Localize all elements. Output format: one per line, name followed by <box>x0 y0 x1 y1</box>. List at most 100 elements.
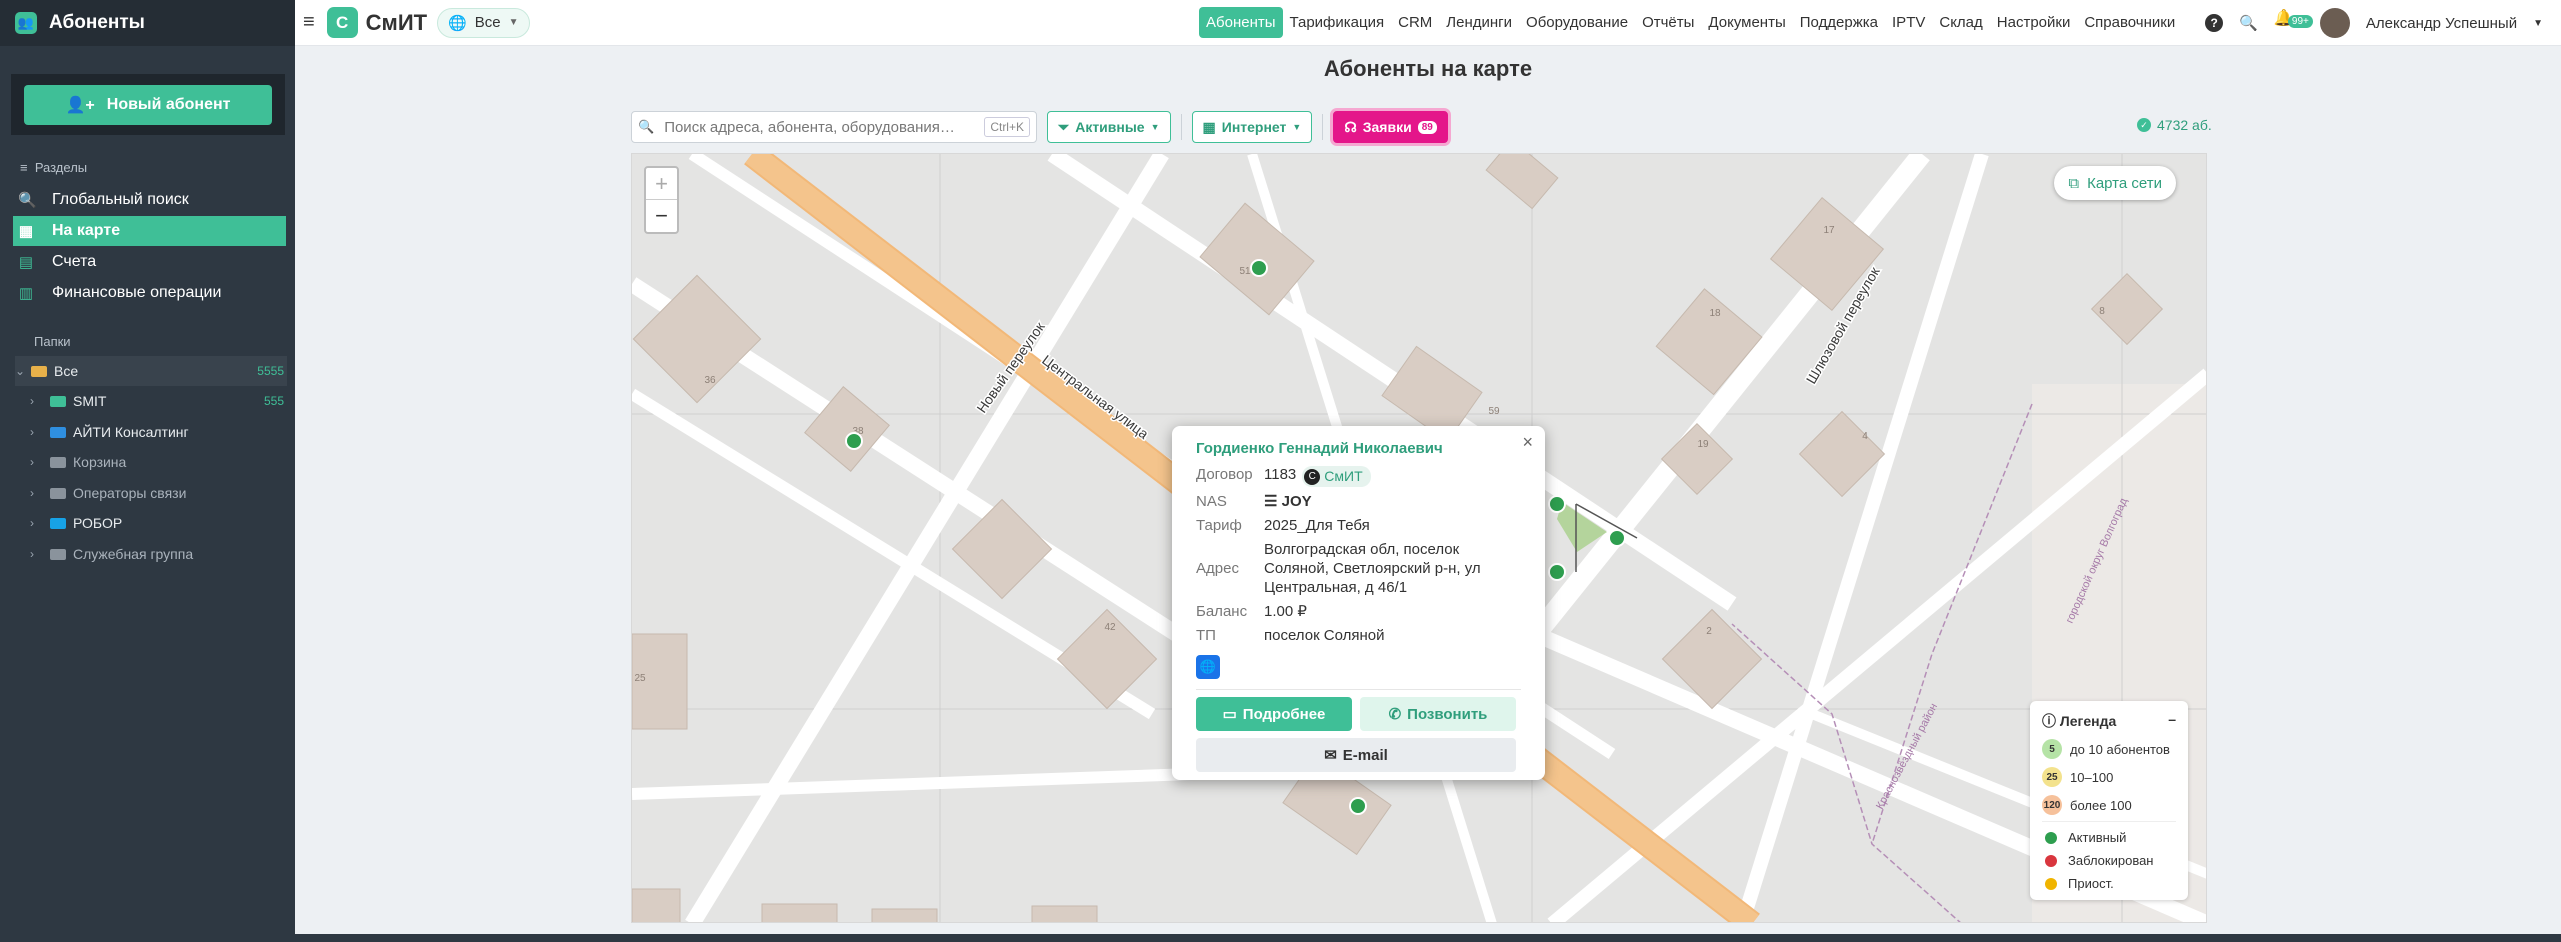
status-dot <box>2045 831 2057 844</box>
folder-open-icon <box>31 365 47 377</box>
call-button[interactable]: ✆ Позвонить <box>1360 697 1516 731</box>
service-filter-button[interactable]: ▦ Интернет ▼ <box>1191 111 1313 143</box>
nav-references[interactable]: Справочники <box>2077 7 2182 38</box>
close-icon[interactable]: × <box>1522 432 1533 453</box>
subscriber-name[interactable]: Гордиенко Геннадий Николаевич <box>1196 440 1521 457</box>
headset-icon: ☊ <box>1344 118 1357 135</box>
nas-link[interactable]: ☰ JOY <box>1264 492 1494 511</box>
caret-down-icon: ▼ <box>1292 122 1302 132</box>
folder-icon <box>50 456 66 468</box>
legend-size-medium: 25 10–100 <box>2042 767 2176 787</box>
chevron-right-icon: › <box>30 425 34 439</box>
nav-support[interactable]: Поддержка <box>1793 7 1885 38</box>
caret-down-icon[interactable]: ▼ <box>2533 18 2543 29</box>
brand-logo[interactable]: C СмИТ <box>326 7 427 38</box>
nav-iptv[interactable]: IPTV <box>1885 7 1932 38</box>
shortcut-hint: Ctrl+K <box>984 117 1030 137</box>
status-filter-button[interactable]: ⏷ Активные ▼ <box>1047 111 1171 143</box>
popup-actions: ▭ Подробнее ✆ Позвонить <box>1196 697 1521 731</box>
nav-subscribers[interactable]: Абоненты <box>1199 7 1283 38</box>
folder-smit[interactable]: › SMIT 555 <box>30 386 287 416</box>
svg-text:36: 36 <box>704 375 716 386</box>
sidebar: 👥 Абоненты 👤+ Новый абонент ≡ Разделы 🔍 Г… <box>0 0 295 942</box>
svg-text:18: 18 <box>1709 308 1721 319</box>
legend-status-blocked: Заблокирован <box>2042 853 2176 868</box>
phone-icon: ✆ <box>1388 706 1402 723</box>
hamburger-menu-icon[interactable]: ≡ <box>303 11 315 34</box>
help-icon[interactable]: ? <box>2205 14 2224 32</box>
svg-text:25: 25 <box>634 673 646 684</box>
zoom-out-button[interactable]: − <box>646 200 677 232</box>
search-icon: 🔍 <box>18 192 37 209</box>
balance-row: Баланс 1.00 ₽ <box>1196 603 1307 620</box>
nav-billing[interactable]: Тарификация <box>1283 7 1392 38</box>
divider <box>2042 821 2176 822</box>
legend-size-small: 5 до 10 абонентов <box>2042 739 2176 759</box>
network-map-button[interactable]: ⧉ Карта сети <box>2054 166 2176 200</box>
folder-service-group[interactable]: › Служебная группа <box>30 539 287 569</box>
nav-landings[interactable]: Лендинги <box>1439 7 1519 38</box>
zoom-in-button[interactable]: + <box>646 168 677 200</box>
requests-count-badge: 89 <box>1417 120 1437 134</box>
nav-documents[interactable]: Документы <box>1701 7 1792 38</box>
tp-row: ТП поселок Соляной <box>1196 627 1385 644</box>
bell-icon[interactable]: 🔔 99+ <box>2274 8 2313 38</box>
details-button[interactable]: ▭ Подробнее <box>1196 697 1352 731</box>
chevron-right-icon: › <box>30 547 34 561</box>
nav-crm[interactable]: CRM <box>1391 7 1439 38</box>
new-subscriber-button[interactable]: 👤+ Новый абонент <box>24 85 272 125</box>
envelope-icon: ✉ <box>1324 747 1337 764</box>
check-circle-icon: ✓ <box>2137 118 2151 132</box>
new-button-wrapper: 👤+ Новый абонент <box>11 74 285 135</box>
folder-icon <box>50 548 66 560</box>
divider <box>1196 689 1521 690</box>
nav-equipment[interactable]: Оборудование <box>1519 7 1635 38</box>
company-logo-icon: C <box>1304 468 1321 485</box>
search-icon[interactable]: 🔍 <box>2239 14 2258 32</box>
sidebar-item-global-search[interactable]: 🔍 Глобальный поиск <box>13 185 286 215</box>
info-icon: ⓘ <box>2042 713 2056 729</box>
globe-icon: 🌐 <box>448 14 467 32</box>
status-dot <box>2045 877 2057 890</box>
chevron-right-icon: › <box>30 455 34 469</box>
caret-down-icon: ▼ <box>1150 122 1160 132</box>
page-title: Абоненты на карте <box>1323 56 1533 81</box>
address-row: Адрес Волгоградская обл, поселок Соляной… <box>1196 541 1481 596</box>
nav-warehouse[interactable]: Склад <box>1932 7 1989 38</box>
folder-it-consulting[interactable]: › АЙТИ Консалтинг <box>30 417 287 447</box>
user-name[interactable]: Александр Успешный <box>2366 15 2517 32</box>
legend-status-paused: Приост. <box>2042 876 2176 891</box>
search-input[interactable]: 🔍 Поиск адреса, абонента, оборудования… … <box>631 111 1037 143</box>
email-button[interactable]: ✉ E-mail <box>1196 738 1516 772</box>
filter-icon: ⏷ <box>1058 118 1070 135</box>
legend-title: ⓘ Легенда – <box>2042 711 2176 731</box>
sidebar-item-finance[interactable]: ▥ Финансовые операции <box>13 278 286 308</box>
map-icon: ▦ <box>18 223 34 240</box>
subscriber-count: ✓ 4732 аб. <box>2137 117 2212 133</box>
globe-icon[interactable]: 🌐 <box>1196 655 1220 679</box>
nav-reports[interactable]: Отчёты <box>1635 7 1701 38</box>
tariff-row: Тариф 2025_Для Тебя <box>1196 517 1370 534</box>
nav-settings[interactable]: Настройки <box>1990 7 2078 38</box>
svg-text:51: 51 <box>1239 266 1251 277</box>
map-legend: ⓘ Легенда – 5 до 10 абонентов 25 10–100 12… <box>2030 701 2188 900</box>
sidebar-item-on-map[interactable]: ▦ На карте <box>13 216 286 246</box>
folder-all[interactable]: ⌄ Все 5555 <box>15 356 287 386</box>
folder-icon <box>50 517 66 529</box>
folder-icon <box>50 426 66 438</box>
avatar[interactable] <box>2319 8 2350 38</box>
caret-down-icon: ▼ <box>508 17 519 28</box>
folder-icon <box>50 395 66 407</box>
divider <box>1322 114 1324 140</box>
filter-bar: 🔍 Поиск адреса, абонента, оборудования… … <box>631 111 1448 143</box>
scope-selector[interactable]: 🌐 Все ▼ <box>437 7 530 38</box>
legend-status-active: Активный <box>2042 830 2176 845</box>
requests-toggle-button[interactable]: ☊ Заявки 89 <box>1333 111 1448 143</box>
collapse-icon[interactable]: – <box>2168 711 2176 731</box>
chevron-right-icon: › <box>30 486 34 500</box>
folder-operators[interactable]: › Операторы связи <box>30 478 287 508</box>
folder-trash[interactable]: › Корзина <box>30 447 287 477</box>
folder-robor[interactable]: › РОБОР <box>30 508 287 538</box>
sidebar-item-invoices[interactable]: ▤ Счета <box>13 247 286 277</box>
zoom-controls: + − <box>644 166 679 234</box>
